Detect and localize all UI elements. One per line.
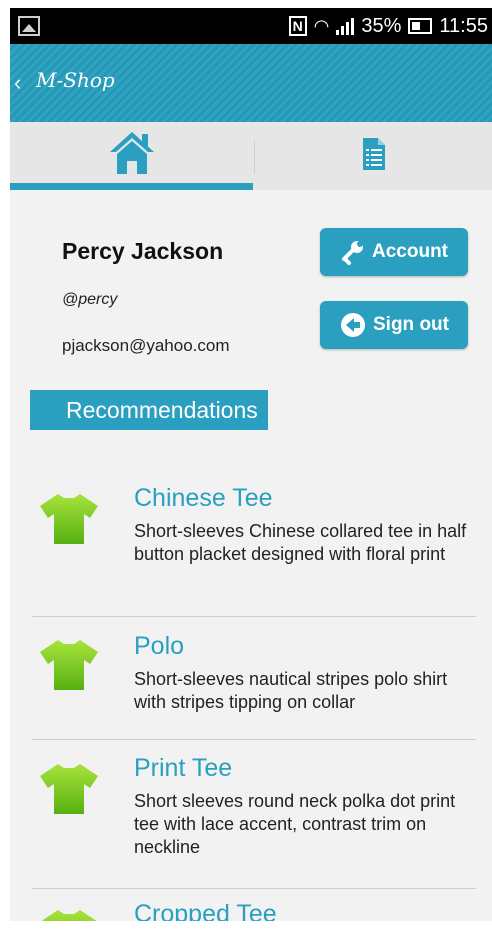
item-description: Short-sleeves Chinese collared tee in ha…: [134, 521, 467, 564]
profile-name: Percy Jackson: [62, 238, 224, 264]
list-item[interactable]: Cropped Tee: [32, 894, 474, 921]
divider: [32, 888, 476, 889]
profile-email: pjackson@yahoo.com: [62, 336, 230, 355]
item-title: Cropped Tee: [134, 900, 277, 921]
tab-list[interactable]: [251, 122, 492, 190]
list-item[interactable]: Polo Short-sleeves nautical stripes polo…: [32, 624, 474, 742]
profile-handle: @percy: [62, 291, 118, 308]
account-button-label: Account: [372, 241, 448, 262]
tshirt-icon: [41, 910, 97, 921]
sign-out-button-label: Sign out: [373, 314, 449, 335]
document-list-icon: [363, 138, 385, 170]
recommendations-header: Recommendations: [30, 390, 268, 430]
nfc-icon: N: [288, 16, 307, 36]
divider: [32, 616, 476, 617]
back-chevron-icon[interactable]: ‹: [14, 70, 21, 96]
item-title: Print Tee: [134, 754, 233, 782]
list-item[interactable]: Print Tee Short sleeves round neck polka…: [32, 746, 474, 886]
tshirt-icon: [40, 494, 98, 544]
clock: 11:55: [439, 14, 488, 37]
battery-icon: [408, 18, 433, 34]
item-description: Short-sleeves nautical stripes polo shir…: [134, 669, 448, 712]
status-bar: N ◠ 35% 11:55: [10, 8, 492, 44]
battery-percent: 35%: [361, 14, 402, 37]
account-button[interactable]: Account: [320, 228, 468, 276]
tshirt-icon: [40, 764, 98, 814]
recommendations-title: Recommendations: [66, 396, 258, 423]
item-title: Chinese Tee: [134, 484, 273, 512]
active-tab-indicator: [10, 183, 253, 190]
status-indicators: N ◠ 35% 11:55: [288, 14, 488, 38]
list-item[interactable]: Chinese Tee Short-sleeves Chinese collar…: [32, 478, 474, 608]
sign-out-button[interactable]: Sign out: [320, 301, 468, 349]
gallery-notification-icon: [18, 16, 40, 36]
signal-icon: [336, 17, 355, 35]
back-arrow-circle-icon: [341, 313, 365, 337]
item-description: Short sleeves round neck polka dot print…: [134, 791, 456, 857]
item-title: Polo: [134, 632, 185, 660]
tab-bar: [10, 122, 492, 190]
wifi-icon: ◠: [313, 15, 330, 36]
home-icon: [110, 132, 154, 174]
divider: [32, 739, 476, 740]
device-screen: N ◠ 35% 11:55 ‹ M-Shop Percy Jackson @pe…: [10, 8, 492, 921]
app-title[interactable]: M-Shop: [36, 68, 115, 92]
wrench-icon: [342, 241, 363, 265]
action-bar: ‹ M-Shop: [10, 44, 492, 122]
tshirt-icon: [40, 640, 98, 690]
tab-home[interactable]: [10, 122, 251, 190]
